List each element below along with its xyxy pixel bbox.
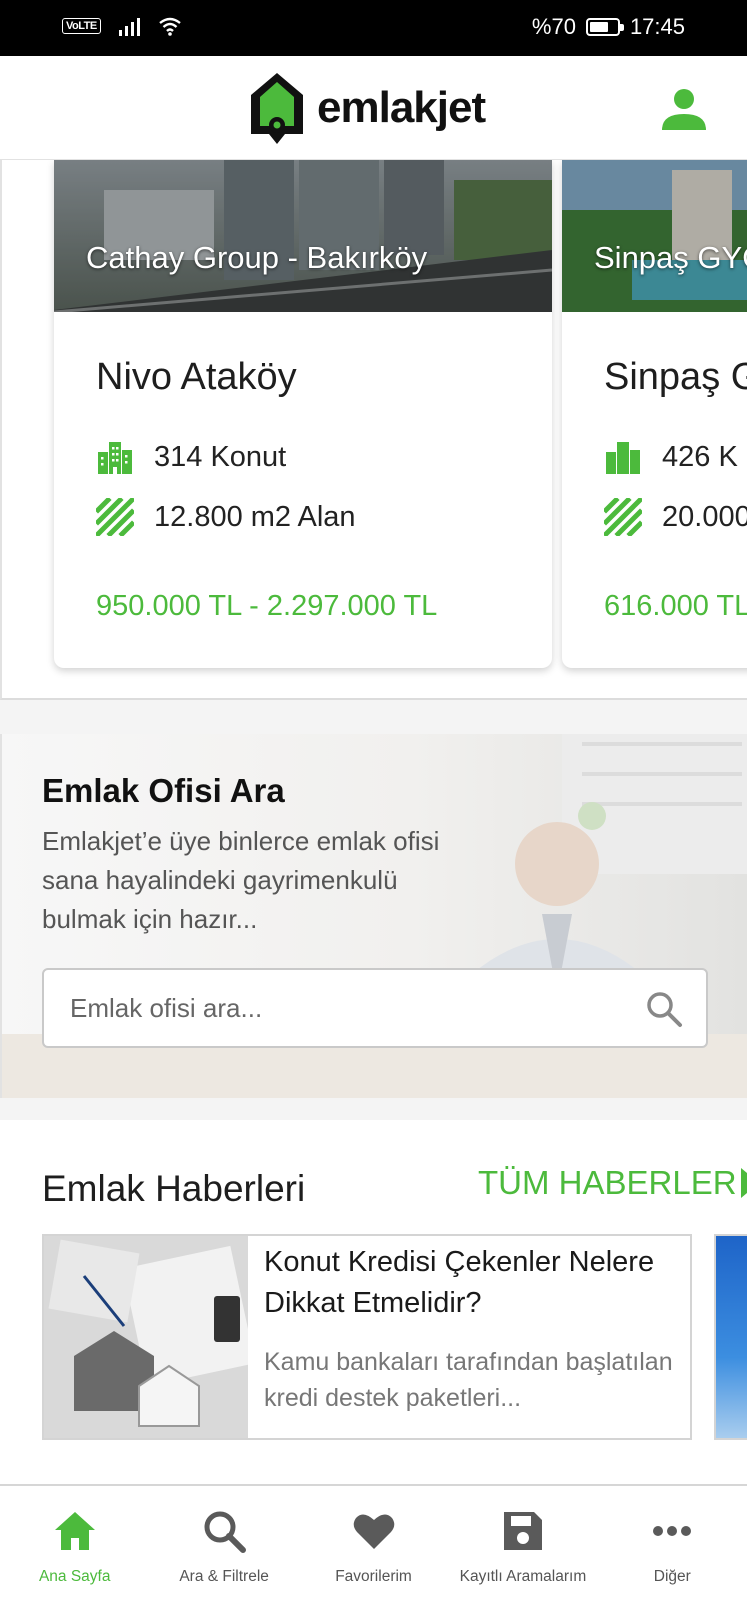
news-headline: Konut Kredisi Çekenler Nelere Dikkat Etm… <box>264 1246 655 1319</box>
nav-label: Ana Sayfa <box>38 1568 111 1585</box>
area-icon <box>96 498 134 536</box>
nav-label: Favorilerim <box>335 1568 412 1585</box>
project-area-text: 20.000 <box>662 500 747 533</box>
more-icon <box>653 1526 692 1536</box>
office-search-input[interactable] <box>42 968 708 1048</box>
user-icon[interactable] <box>661 86 707 132</box>
signal-icon <box>118 16 140 36</box>
house-pin-logo-icon <box>251 73 303 144</box>
project-card[interactable]: Sinpaş GYO Sinpaş G 426 K 20.000 616.000… <box>562 160 747 668</box>
home-icon <box>54 1512 95 1550</box>
all-news-label: TÜM HABERLER <box>478 1164 737 1201</box>
project-image: Sinpaş GYO <box>562 160 747 312</box>
nav-item-saved-searches[interactable]: Kayıtlı Aramalarım <box>448 1486 597 1600</box>
building-photo <box>562 160 747 312</box>
logo-text: emlakjet <box>317 83 486 132</box>
nav-item-more[interactable]: Diğer <box>598 1486 747 1600</box>
news-summary: Kamu bankaları tarafından başlatılan kre… <box>264 1348 673 1412</box>
project-carousel[interactable]: Cathay Group - Bakırköy Nivo Ataköy 314 … <box>0 160 747 700</box>
nav-item-home[interactable]: Ana Sayfa <box>0 1486 149 1600</box>
battery-percent: %70 <box>531 14 576 39</box>
building-photo <box>54 160 552 312</box>
building-icon <box>98 442 132 474</box>
project-area: 12.800 m2 Alan <box>96 498 356 536</box>
status-left: VoLTE <box>62 16 182 36</box>
nav-item-search-filter[interactable]: Ara & Filtrele <box>149 1486 298 1600</box>
office-search-section: Emlak Ofisi Ara Emlakjet’e üye binlerce … <box>0 734 747 1098</box>
building-icon <box>606 442 640 474</box>
search-icon[interactable] <box>644 989 684 1029</box>
nav-label: Diğer <box>653 1568 691 1585</box>
app-header: emlakjet <box>0 56 747 160</box>
news-card[interactable]: Konut Kredisi Çekenler Nelere Dikkat Etm… <box>42 1234 692 1440</box>
project-developer-label: Cathay Group - Bakırköy <box>86 240 428 275</box>
area-icon <box>604 498 642 536</box>
news-thumbnail <box>44 1236 248 1438</box>
project-area: 20.000 <box>604 498 747 536</box>
news-card[interactable] <box>714 1234 747 1440</box>
heart-icon <box>353 1514 394 1549</box>
section-divider <box>0 700 747 734</box>
nav-item-favorites[interactable]: Favorilerim <box>299 1486 448 1600</box>
project-developer-label: Sinpaş GYO <box>594 240 747 275</box>
arrow-right-icon <box>740 1168 747 1198</box>
all-news-link[interactable]: TÜM HABERLER <box>478 1164 747 1202</box>
app-logo[interactable]: emlakjet <box>247 70 486 146</box>
project-units-text: 426 K <box>662 440 738 473</box>
wifi-icon <box>158 17 181 36</box>
project-name: Nivo Ataköy <box>96 356 297 398</box>
section-divider <box>0 1098 747 1120</box>
battery-fill <box>589 22 609 32</box>
status-bar: VoLTE %70 17:45 <box>0 0 747 56</box>
project-units-text: 314 Konut <box>154 440 287 473</box>
office-search-description: Emlakjet’e üye binlerce emlak ofisi sana… <box>42 826 440 934</box>
news-section: Emlak Haberleri TÜM HABERLER Konut Kredi… <box>0 1120 747 1485</box>
project-units: 426 K <box>604 438 738 476</box>
status-right: %70 17:45 <box>532 14 685 40</box>
project-area-text: 12.800 m2 Alan <box>154 500 356 533</box>
project-card[interactable]: Cathay Group - Bakırköy Nivo Ataköy 314 … <box>54 160 552 668</box>
project-units: 314 Konut <box>96 438 286 476</box>
nav-label: Kayıtlı Aramalarım <box>459 1568 587 1585</box>
project-name: Sinpaş G <box>604 356 747 398</box>
save-icon <box>503 1512 542 1550</box>
office-search-title: Emlak Ofisi Ara <box>42 772 285 809</box>
project-price: 616.000 TL <box>604 590 747 622</box>
volte-badge: VoLTE <box>62 18 101 34</box>
project-image: Cathay Group - Bakırköy <box>54 160 552 312</box>
news-section-title: Emlak Haberleri <box>42 1168 306 1209</box>
clock: 17:45 <box>629 14 685 39</box>
nav-label: Ara & Filtrele <box>179 1568 269 1585</box>
search-icon <box>204 1511 247 1553</box>
battery-icon <box>585 18 624 36</box>
project-price: 950.000 TL - 2.297.000 TL <box>96 590 438 622</box>
bottom-navigation: Ana Sayfa Ara & Filtrele Favorilerim Kay… <box>0 1484 747 1600</box>
